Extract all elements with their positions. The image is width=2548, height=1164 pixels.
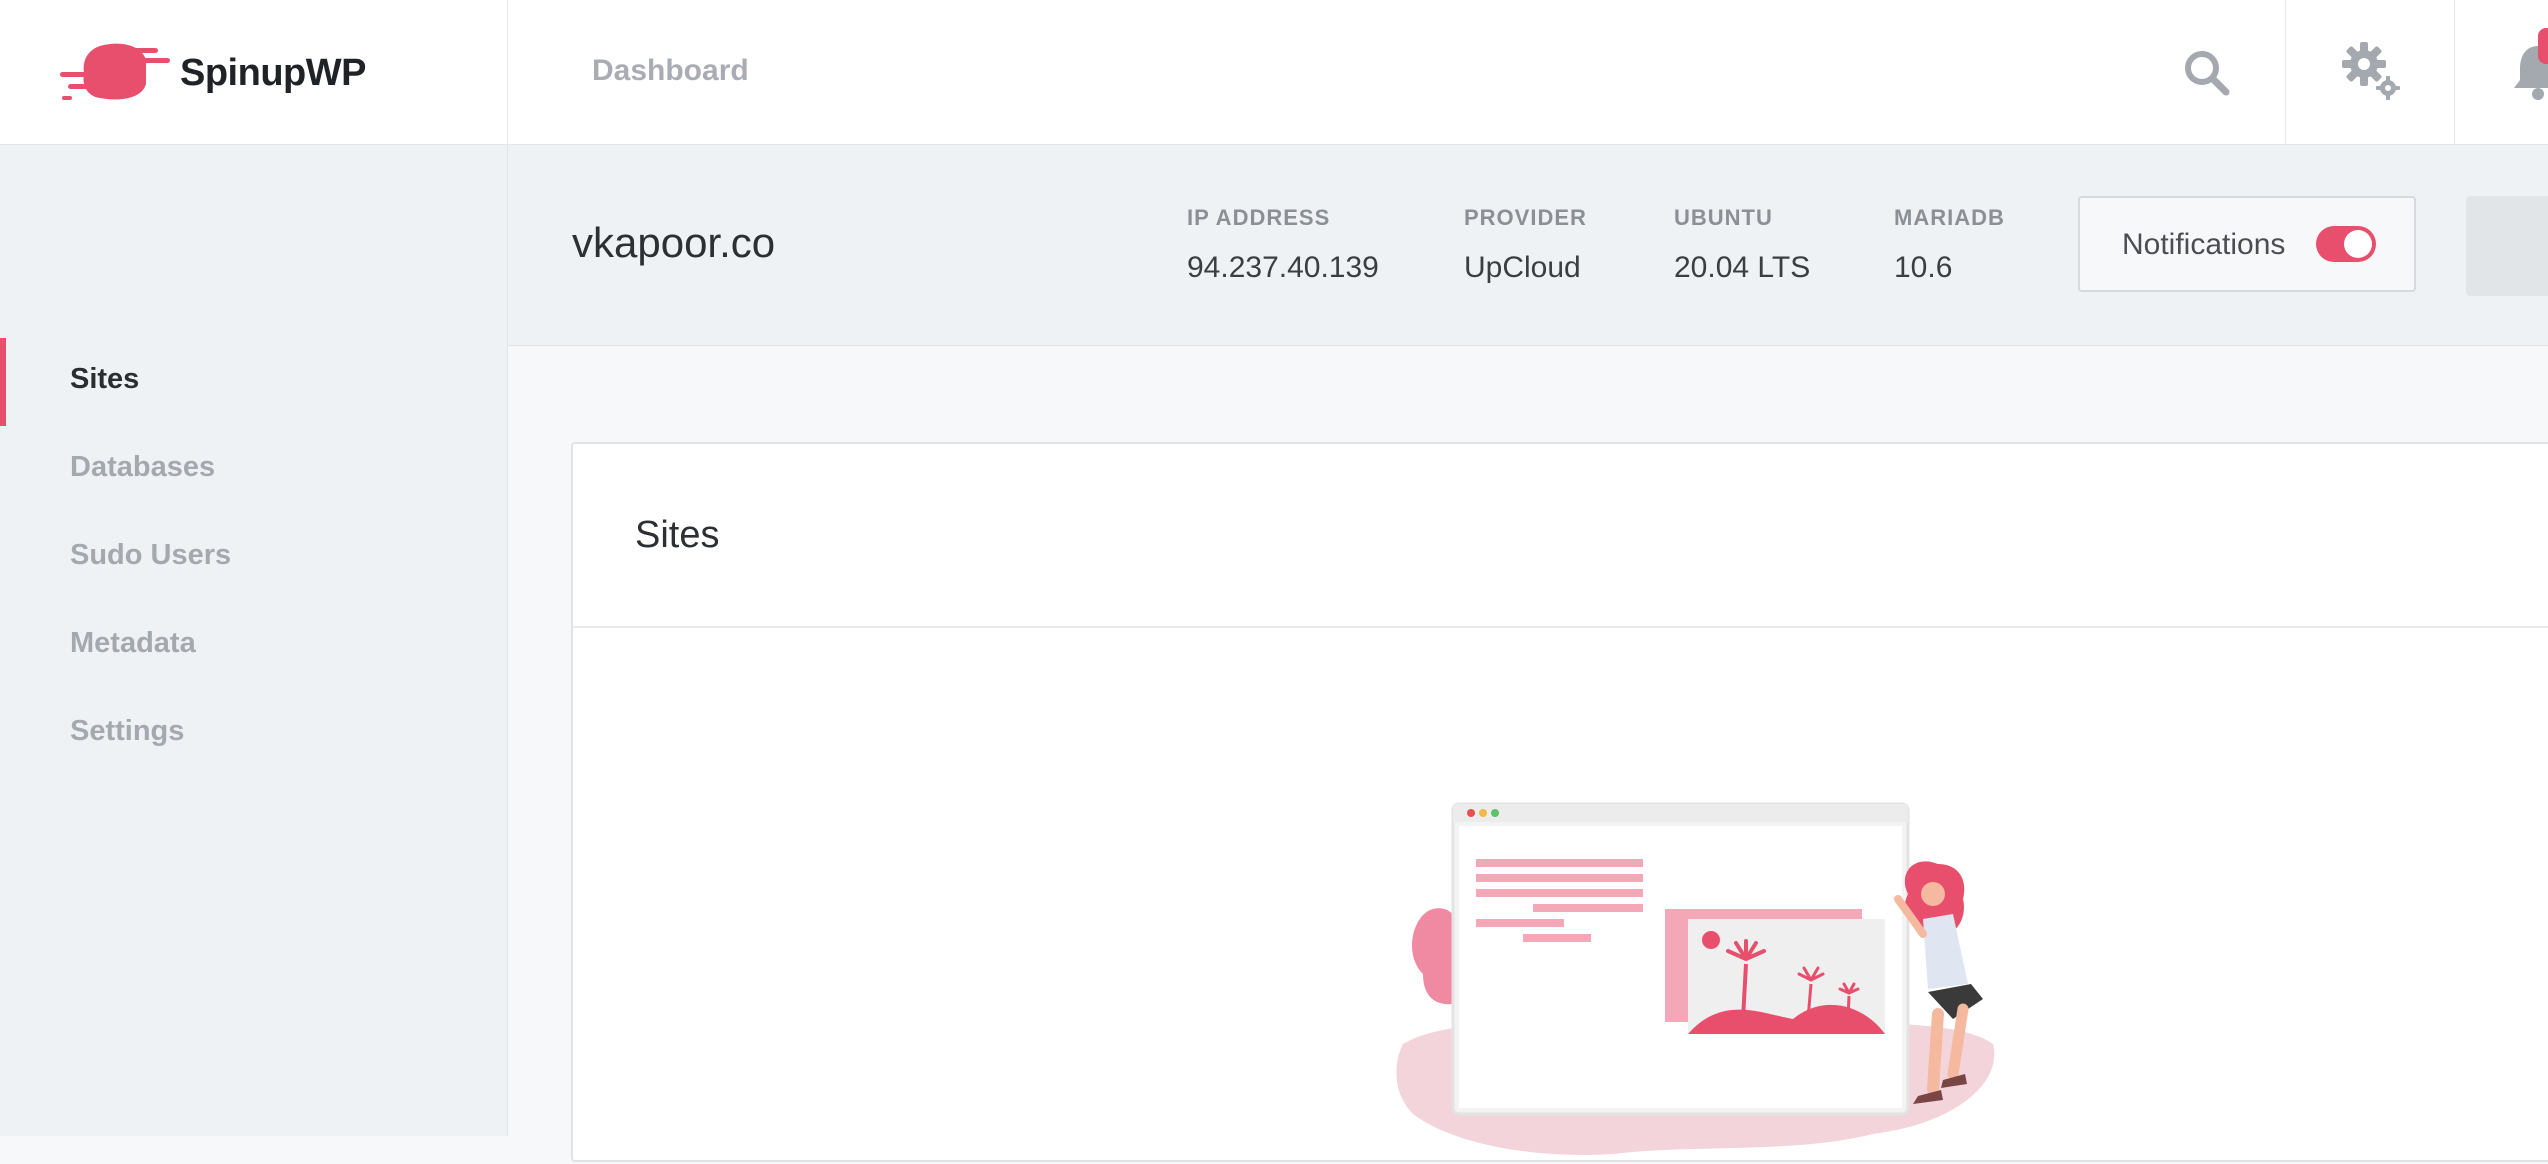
top-bar: SpinupWP Dashboard [0,0,2548,145]
sidebar-item-label: Sites [70,363,140,395]
sidebar-item-label: Metadata [70,627,196,659]
notifications-button[interactable]: Notifications [2078,196,2416,292]
notification-badge [2538,28,2548,64]
notifications-toggle[interactable] [2316,226,2376,262]
search-icon[interactable] [2178,44,2234,100]
toolbar-divider [2285,0,2286,144]
sidebar-item-label: Settings [70,715,185,747]
ip-address-label: IP ADDRESS [1187,205,1331,230]
spinupwp-logo-icon [60,43,170,100]
gear-icon[interactable] [2340,40,2404,104]
sidebar-item-settings[interactable]: Settings [0,690,507,778]
sidebar: Sites Databases Sudo Users Metadata Sett… [0,145,508,1136]
sidebar-item-databases[interactable]: Databases [0,426,507,514]
mariadb-label: MARIADB [1894,205,2005,230]
notifications-label: Notifications [2122,228,2286,261]
card-header: Sites [573,444,2548,628]
mariadb-value: 10.6 [1894,251,1953,284]
sidebar-item-sites[interactable]: Sites [0,338,507,426]
brand-name: SpinupWP [180,52,366,94]
sidebar-item-sudo-users[interactable]: Sudo Users [0,514,507,602]
ubuntu-label: UBUNTU [1674,205,1773,230]
server-action-button[interactable] [2466,196,2548,296]
sidebar-item-label: Sudo Users [70,539,232,571]
card-title: Sites [635,514,720,556]
ubuntu-value: 20.04 LTS [1674,251,1811,284]
ip-address-value: 94.237.40.139 [1187,251,1379,284]
sidebar-item-label: Databases [70,451,216,483]
sidebar-item-metadata[interactable]: Metadata [0,602,507,690]
provider-label: PROVIDER [1464,205,1587,230]
sites-card: Sites [571,442,2548,1162]
breadcrumb-dashboard[interactable]: Dashboard [592,54,749,88]
toolbar-divider [2454,0,2455,144]
server-name: vkapoor.co [572,219,776,266]
provider-value: UpCloud [1464,251,1581,284]
server-header: vkapoor.co IP ADDRESS 94.237.40.139 PROV… [508,145,2548,346]
empty-state-illustration [1396,802,1995,1155]
brand[interactable]: SpinupWP [0,0,508,144]
